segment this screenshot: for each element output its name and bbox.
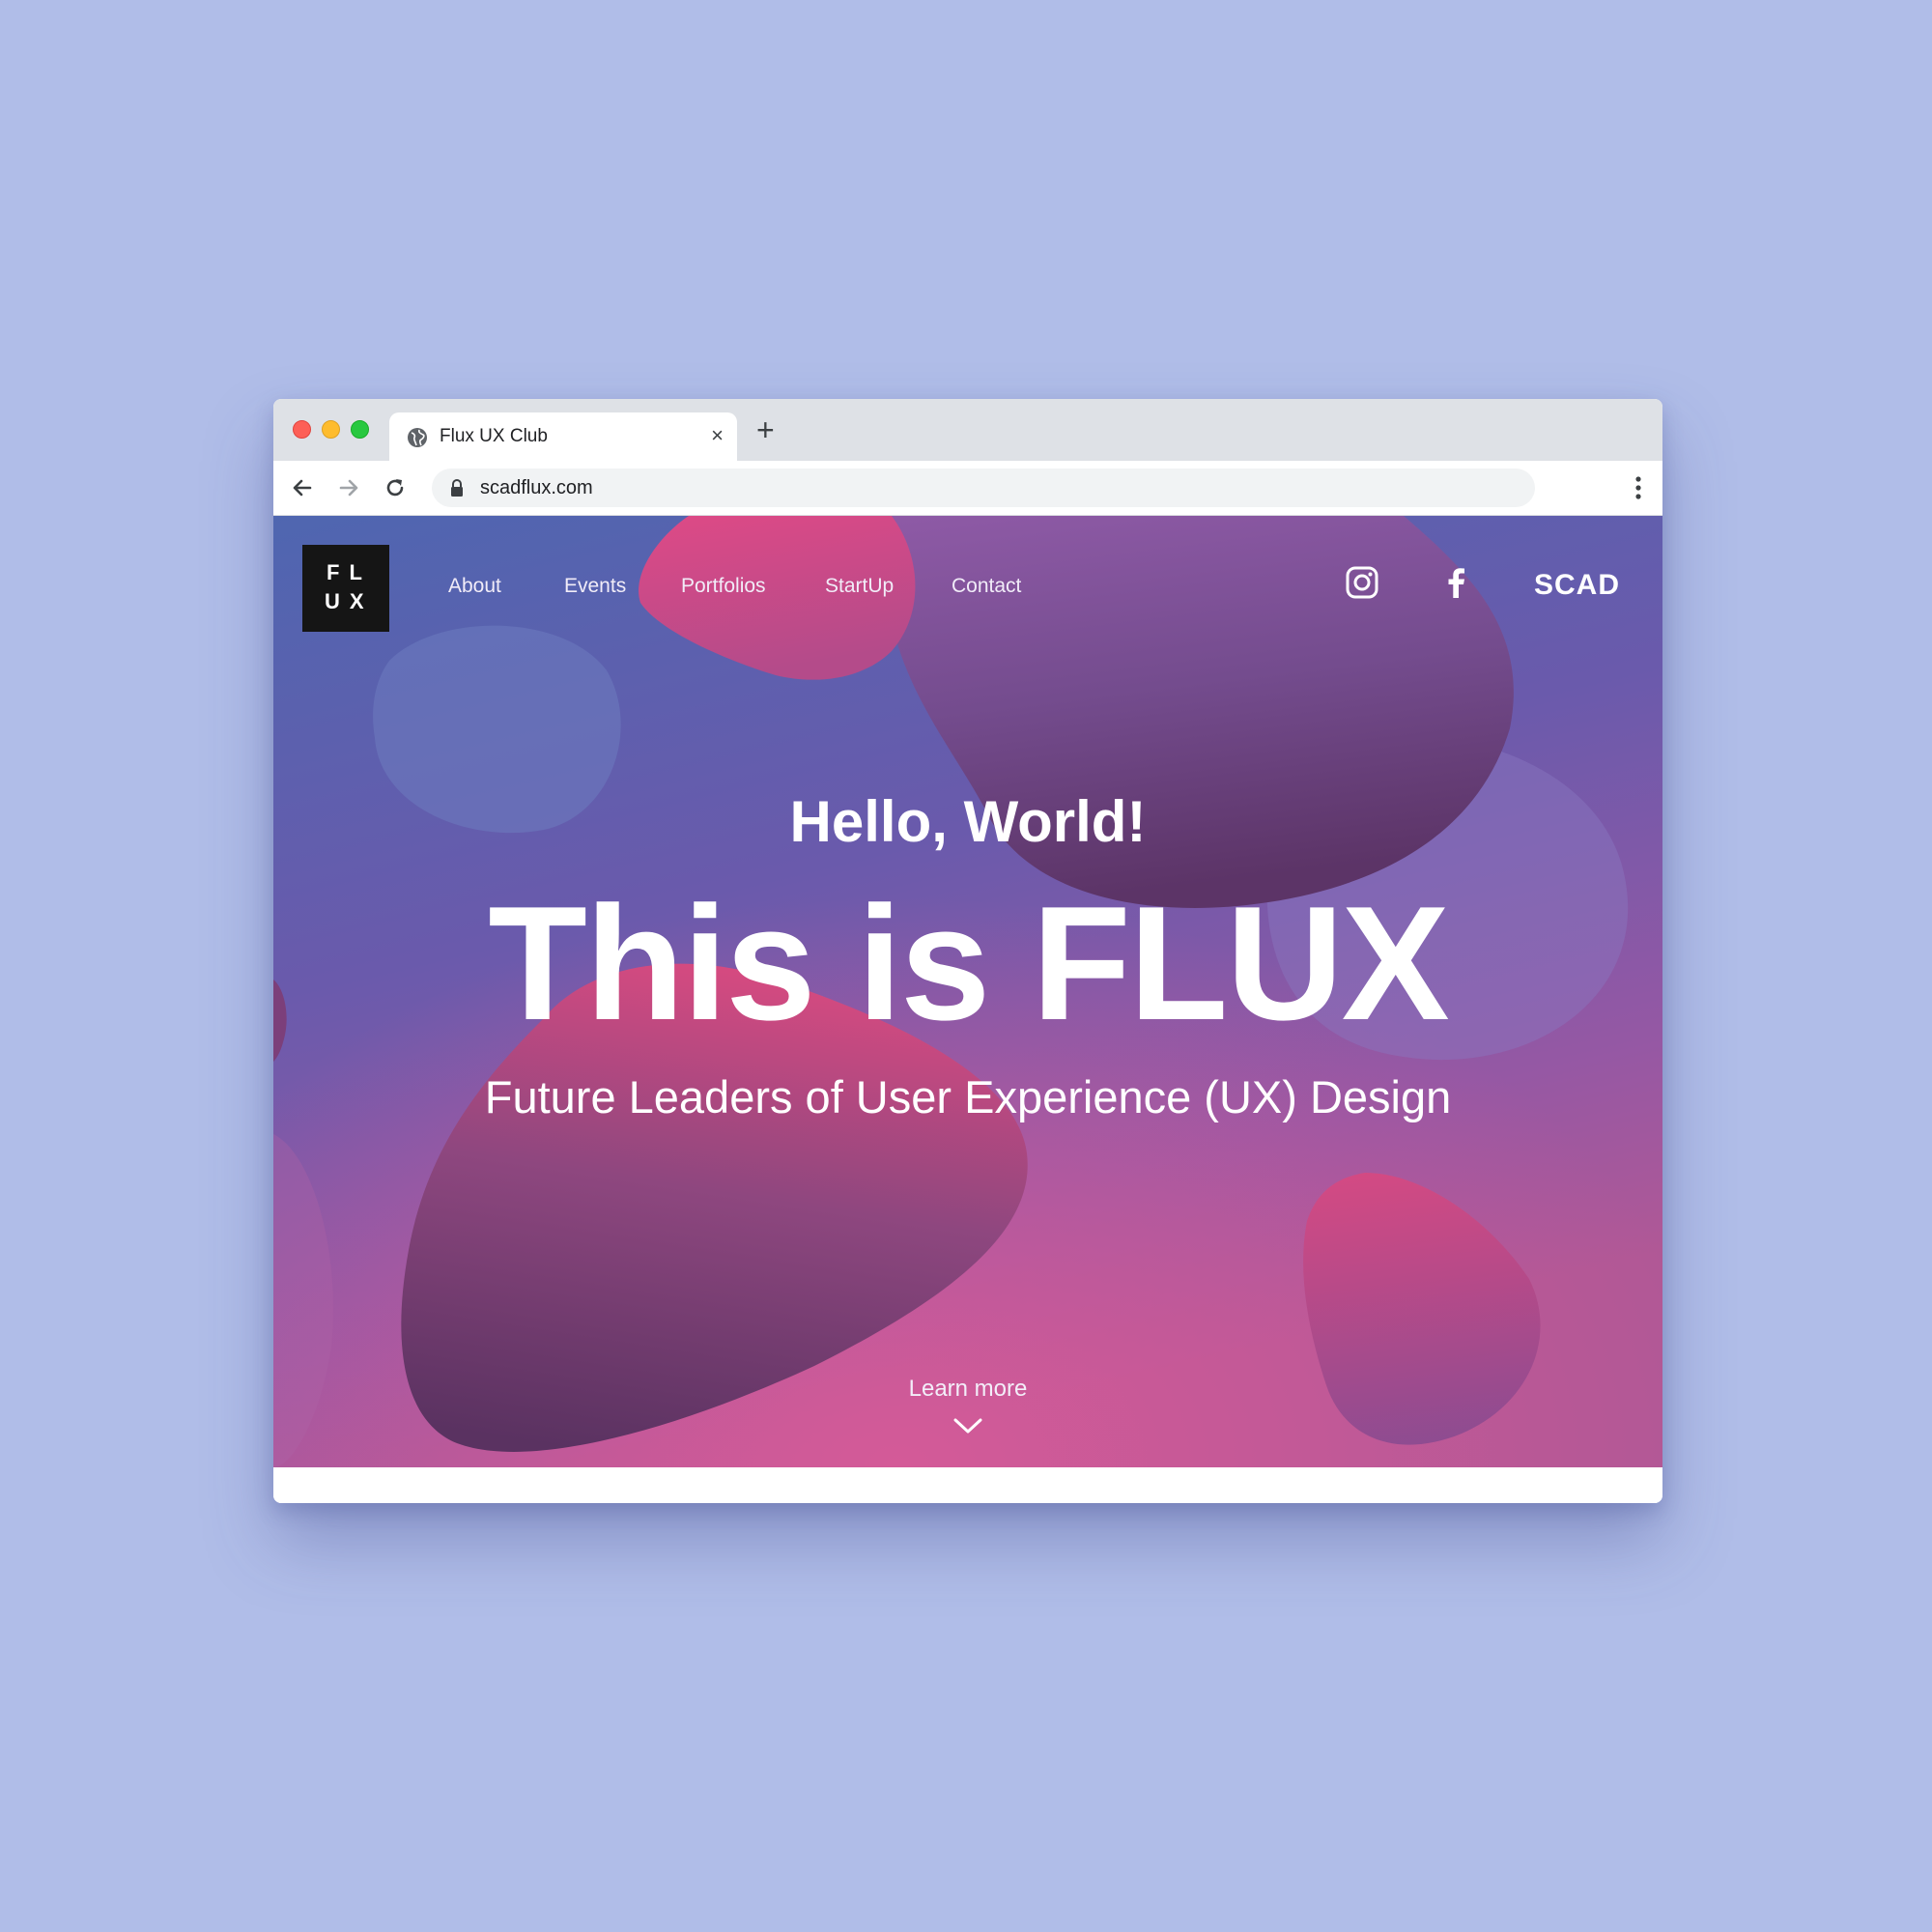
new-tab-button[interactable]: + (756, 414, 775, 445)
nav-link-portfolios[interactable]: Portfolios (681, 575, 766, 598)
browser-menu-icon[interactable] (1635, 474, 1641, 501)
forward-arrow-icon[interactable] (335, 474, 362, 501)
browser-window: Flux UX Club × + scadflux.com FL UX Abou… (273, 399, 1662, 1503)
url-text: scadflux.com (480, 477, 593, 498)
maximize-window-button[interactable] (351, 420, 369, 439)
browser-tab[interactable]: Flux UX Club × (389, 412, 737, 461)
scad-link[interactable]: SCAD (1534, 569, 1620, 602)
facebook-icon[interactable] (1440, 566, 1473, 599)
learn-more-link[interactable]: Learn more (273, 1376, 1662, 1403)
address-bar[interactable]: scadflux.com (432, 469, 1535, 507)
minimize-window-button[interactable] (322, 420, 340, 439)
globe-icon (408, 428, 427, 447)
lock-icon (451, 479, 463, 497)
instagram-icon[interactable] (1346, 566, 1378, 599)
tab-title: Flux UX Club (440, 426, 548, 446)
close-window-button[interactable] (293, 420, 311, 439)
back-arrow-icon[interactable] (289, 474, 316, 501)
hero-subtitle: Future Leaders of User Experience (UX) D… (484, 1071, 1452, 1122)
hero-section: FL UX About Events Portfolios StartUp Co… (273, 516, 1662, 1467)
tab-bar: Flux UX Club × + (273, 399, 1662, 461)
chevron-down-icon[interactable] (952, 1416, 983, 1435)
logo-text-bottom: UX (325, 589, 374, 613)
hero-greeting: Hello, World! (789, 789, 1147, 854)
flux-logo[interactable]: FL UX (302, 545, 389, 632)
hero-headline: This is FLUX (488, 872, 1449, 1054)
nav-link-contact[interactable]: Contact (952, 575, 1021, 598)
nav-link-events[interactable]: Events (564, 575, 626, 598)
tab-close-icon[interactable]: × (711, 424, 724, 447)
reload-icon[interactable] (382, 474, 409, 501)
logo-text-top: FL (327, 560, 372, 584)
nav-link-about[interactable]: About (448, 575, 501, 598)
page-below-fold (273, 1467, 1662, 1503)
browser-toolbar: scadflux.com (273, 461, 1662, 516)
nav-link-startup[interactable]: StartUp (825, 575, 894, 598)
